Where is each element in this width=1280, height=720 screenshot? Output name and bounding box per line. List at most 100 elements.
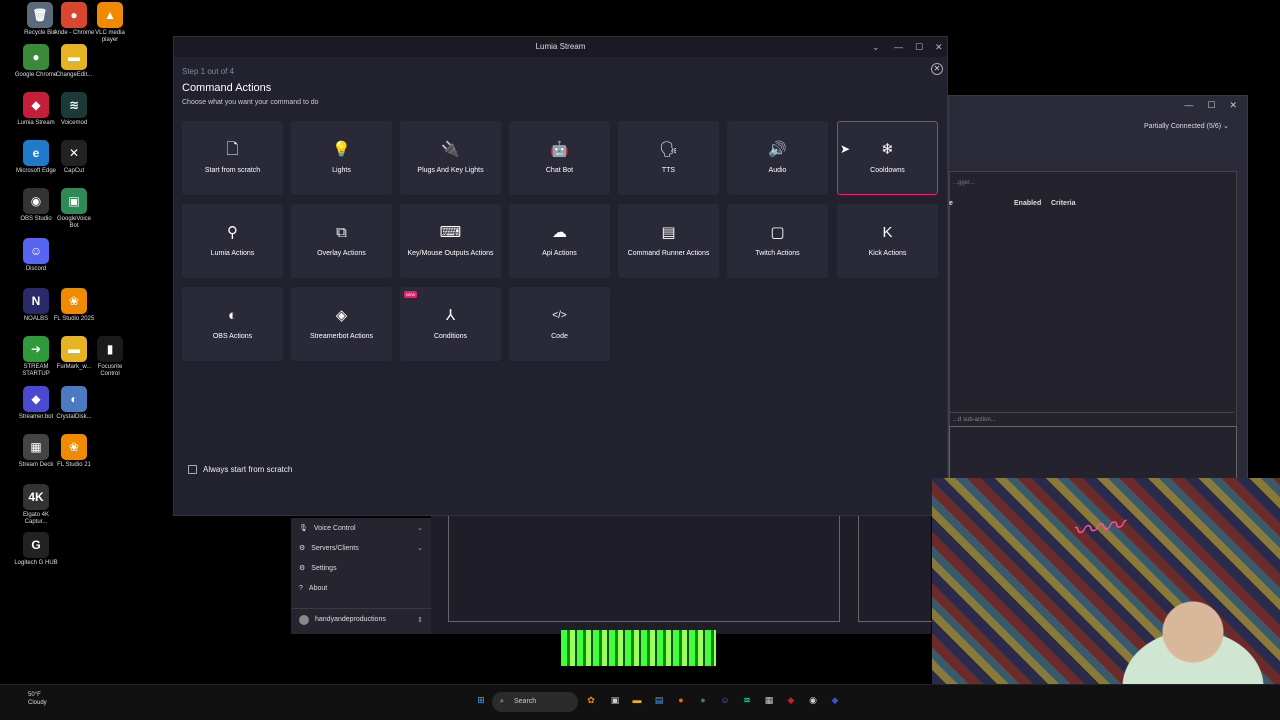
widget-icon[interactable]: ✿ [584, 693, 598, 707]
desktop-icon[interactable]: ❀ FL Studio 2025 [52, 288, 96, 323]
code-icon: </> [552, 309, 567, 321]
app-icon: G [23, 532, 49, 558]
card-twitch-actions[interactable]: ▢ Twitch Actions [727, 204, 828, 278]
desktop-icon[interactable]: ▲ VLC media player [88, 2, 132, 44]
card-start-from-scratch[interactable]: 🗋 Start from scratch [182, 121, 283, 195]
desktop-icon-label: GoogleVoice Bot [56, 216, 92, 229]
streamerbot-icon[interactable]: ◆ [828, 693, 842, 707]
card-lights[interactable]: 💡 Lights [291, 121, 392, 195]
neon-sign-image: 〰〰 [1070, 509, 1127, 547]
card-label: Code [551, 332, 568, 340]
mouse-cursor-icon: ➤ [840, 142, 851, 156]
desktop-icon[interactable]: ▮ Focusrite Control [88, 336, 132, 378]
lightbulb-icon: 💡 [332, 140, 351, 158]
minimize-icon[interactable]: — [1184, 100, 1193, 112]
card-lumia-actions[interactable]: ⚲ Lumia Actions [182, 204, 283, 278]
card-chat-bot[interactable]: 🤖 Chat Bot [509, 121, 610, 195]
file-icon: 🗋 [226, 140, 239, 158]
step-indicator: Step 1 out of 4 [182, 67, 235, 76]
card-label: Twitch Actions [755, 249, 800, 257]
file-explorer-icon[interactable]: ▬ [630, 693, 644, 707]
gear-icon: ⚙ [299, 565, 306, 572]
desktop-icon-label: ChangeEdit... [55, 72, 93, 78]
card-label: Chat Bot [545, 166, 574, 174]
desktop-icon[interactable]: ☺ Discord [14, 238, 58, 273]
card-obs-actions[interactable]: ◐ OBS Actions [182, 287, 283, 361]
card-cooldowns[interactable]: ❄ Cooldowns [837, 121, 938, 195]
always-start-scratch-checkbox[interactable] [188, 465, 197, 474]
command-actions-dialog: Lumia Stream ⌄ — ☐ ✕ Step 1 out of 4 ✕ C… [173, 36, 948, 516]
desktop-icon[interactable]: 4K Elgato 4K Captur... [14, 484, 58, 526]
obs-icon[interactable]: ◉ [806, 693, 820, 707]
sidebar-item-servers-clients[interactable]: ⚙ Servers/Clients ⌄ [291, 538, 431, 558]
chrome-icon[interactable]: ● [696, 693, 710, 707]
card-label: Conditions [433, 332, 468, 340]
trigger-search-input[interactable]: ...gger... [949, 176, 1219, 192]
app-icon[interactable]: ▦ [762, 693, 776, 707]
question-icon: ? [299, 584, 303, 592]
chevron-down-icon[interactable]: ⌄ [872, 37, 880, 57]
voicemod-icon[interactable]: ≋ [740, 693, 754, 707]
desktop-icon[interactable]: ≋ Voicemod [52, 92, 96, 127]
desktop-icon[interactable]: G Logitech G HUB [14, 532, 58, 567]
always-start-scratch-option[interactable]: Always start from scratch [188, 465, 292, 474]
card-plugs-key-lights[interactable]: 🔌 Plugs And Key Lights [400, 121, 501, 195]
card-label: Key/Mouse Outputs Actions [407, 249, 494, 257]
close-dialog-button[interactable]: ✕ [931, 63, 943, 75]
speech-icon: 🗣 [658, 140, 679, 158]
card-streamerbot-actions[interactable]: ◈ Streamerbot Actions [291, 287, 392, 361]
taskbar-search[interactable]: ⌕ Search [492, 692, 578, 712]
app-icon: ☺ [23, 238, 49, 264]
app-icon: ● [61, 2, 87, 28]
card-label: OBS Actions [212, 332, 253, 340]
app-icon: ▮ [97, 336, 123, 362]
weather-widget[interactable]: 50°F Cloudy [28, 691, 47, 707]
app-icon: ▬ [61, 336, 87, 362]
card-command-runner[interactable]: ▤ Command Runner Actions [618, 204, 719, 278]
desktop-icon[interactable]: ❀ FL Studio 21 [52, 434, 96, 469]
app-icon: ◆ [23, 92, 49, 118]
desktop-icon[interactable]: ▬ ChangeEdit... [52, 44, 96, 79]
desktop-icon[interactable]: ▣ GoogleVoice Bot [52, 188, 96, 230]
close-icon[interactable]: ✕ [935, 37, 943, 57]
store-icon[interactable]: ▤ [652, 693, 666, 707]
card-label: Cooldowns [870, 166, 905, 174]
app-icon: ◆ [23, 386, 49, 412]
card-tts[interactable]: 🗣 TTS [618, 121, 719, 195]
close-icon[interactable]: ✕ [1229, 100, 1237, 112]
firefox-icon[interactable]: ● [674, 693, 688, 707]
app-icon: e [23, 140, 49, 166]
maximize-icon[interactable]: ☐ [1207, 100, 1215, 112]
sidebar-item-about[interactable]: ? About [291, 578, 431, 598]
start-icon[interactable]: ⊞ [474, 693, 488, 707]
card-label: Plugs And Key Lights [417, 166, 484, 174]
desktop-icon-label: VLC media player [95, 30, 125, 43]
window-title: Lumia Stream [535, 42, 586, 51]
maximize-icon[interactable]: ☐ [915, 37, 923, 57]
sidebar-item-settings[interactable]: ⚙ Settings [291, 558, 431, 578]
card-key-mouse-outputs[interactable]: ⌨ Key/Mouse Outputs Actions [400, 204, 501, 278]
card-audio[interactable]: 🔊 Audio [727, 121, 828, 195]
card-code[interactable]: </> Code [509, 287, 610, 361]
desktop-icon-label: Focusrite Control [97, 364, 123, 377]
minimize-icon[interactable]: — [894, 37, 903, 57]
user-profile[interactable]: handyandeproductions ⇕ [291, 608, 431, 628]
card-kick-actions[interactable]: K Kick Actions [837, 204, 938, 278]
card-api-actions[interactable]: ☁ Api Actions [509, 204, 610, 278]
app-icon: ❀ [61, 288, 87, 314]
discord-icon[interactable]: ☺ [718, 693, 732, 707]
sub-action-search[interactable]: ...d sub-action... [949, 412, 1234, 427]
desktop-icon[interactable]: ◐ CrystalDisk... [52, 386, 96, 421]
card-conditions[interactable]: NEW ⅄ Conditions [400, 287, 501, 361]
lumia-icon[interactable]: ◆ [784, 693, 798, 707]
desktop-icon[interactable]: ✕ CapCut [52, 140, 96, 175]
card-label: Lumia Actions [210, 249, 255, 257]
task-view-icon[interactable]: ▣ [608, 693, 622, 707]
card-overlay-actions[interactable]: ⧉ Overlay Actions [291, 204, 392, 278]
card-label: Streamerbot Actions [309, 332, 374, 340]
kick-icon: K [882, 223, 893, 241]
connection-status[interactable]: Partially Connected (5/6) ⌄ [1144, 122, 1229, 130]
app-icon: ◐ [61, 386, 87, 412]
sidebar-item-voice-control[interactable]: 🎙 Voice Control ⌄ [291, 518, 431, 538]
app-icon: ● [23, 44, 49, 70]
